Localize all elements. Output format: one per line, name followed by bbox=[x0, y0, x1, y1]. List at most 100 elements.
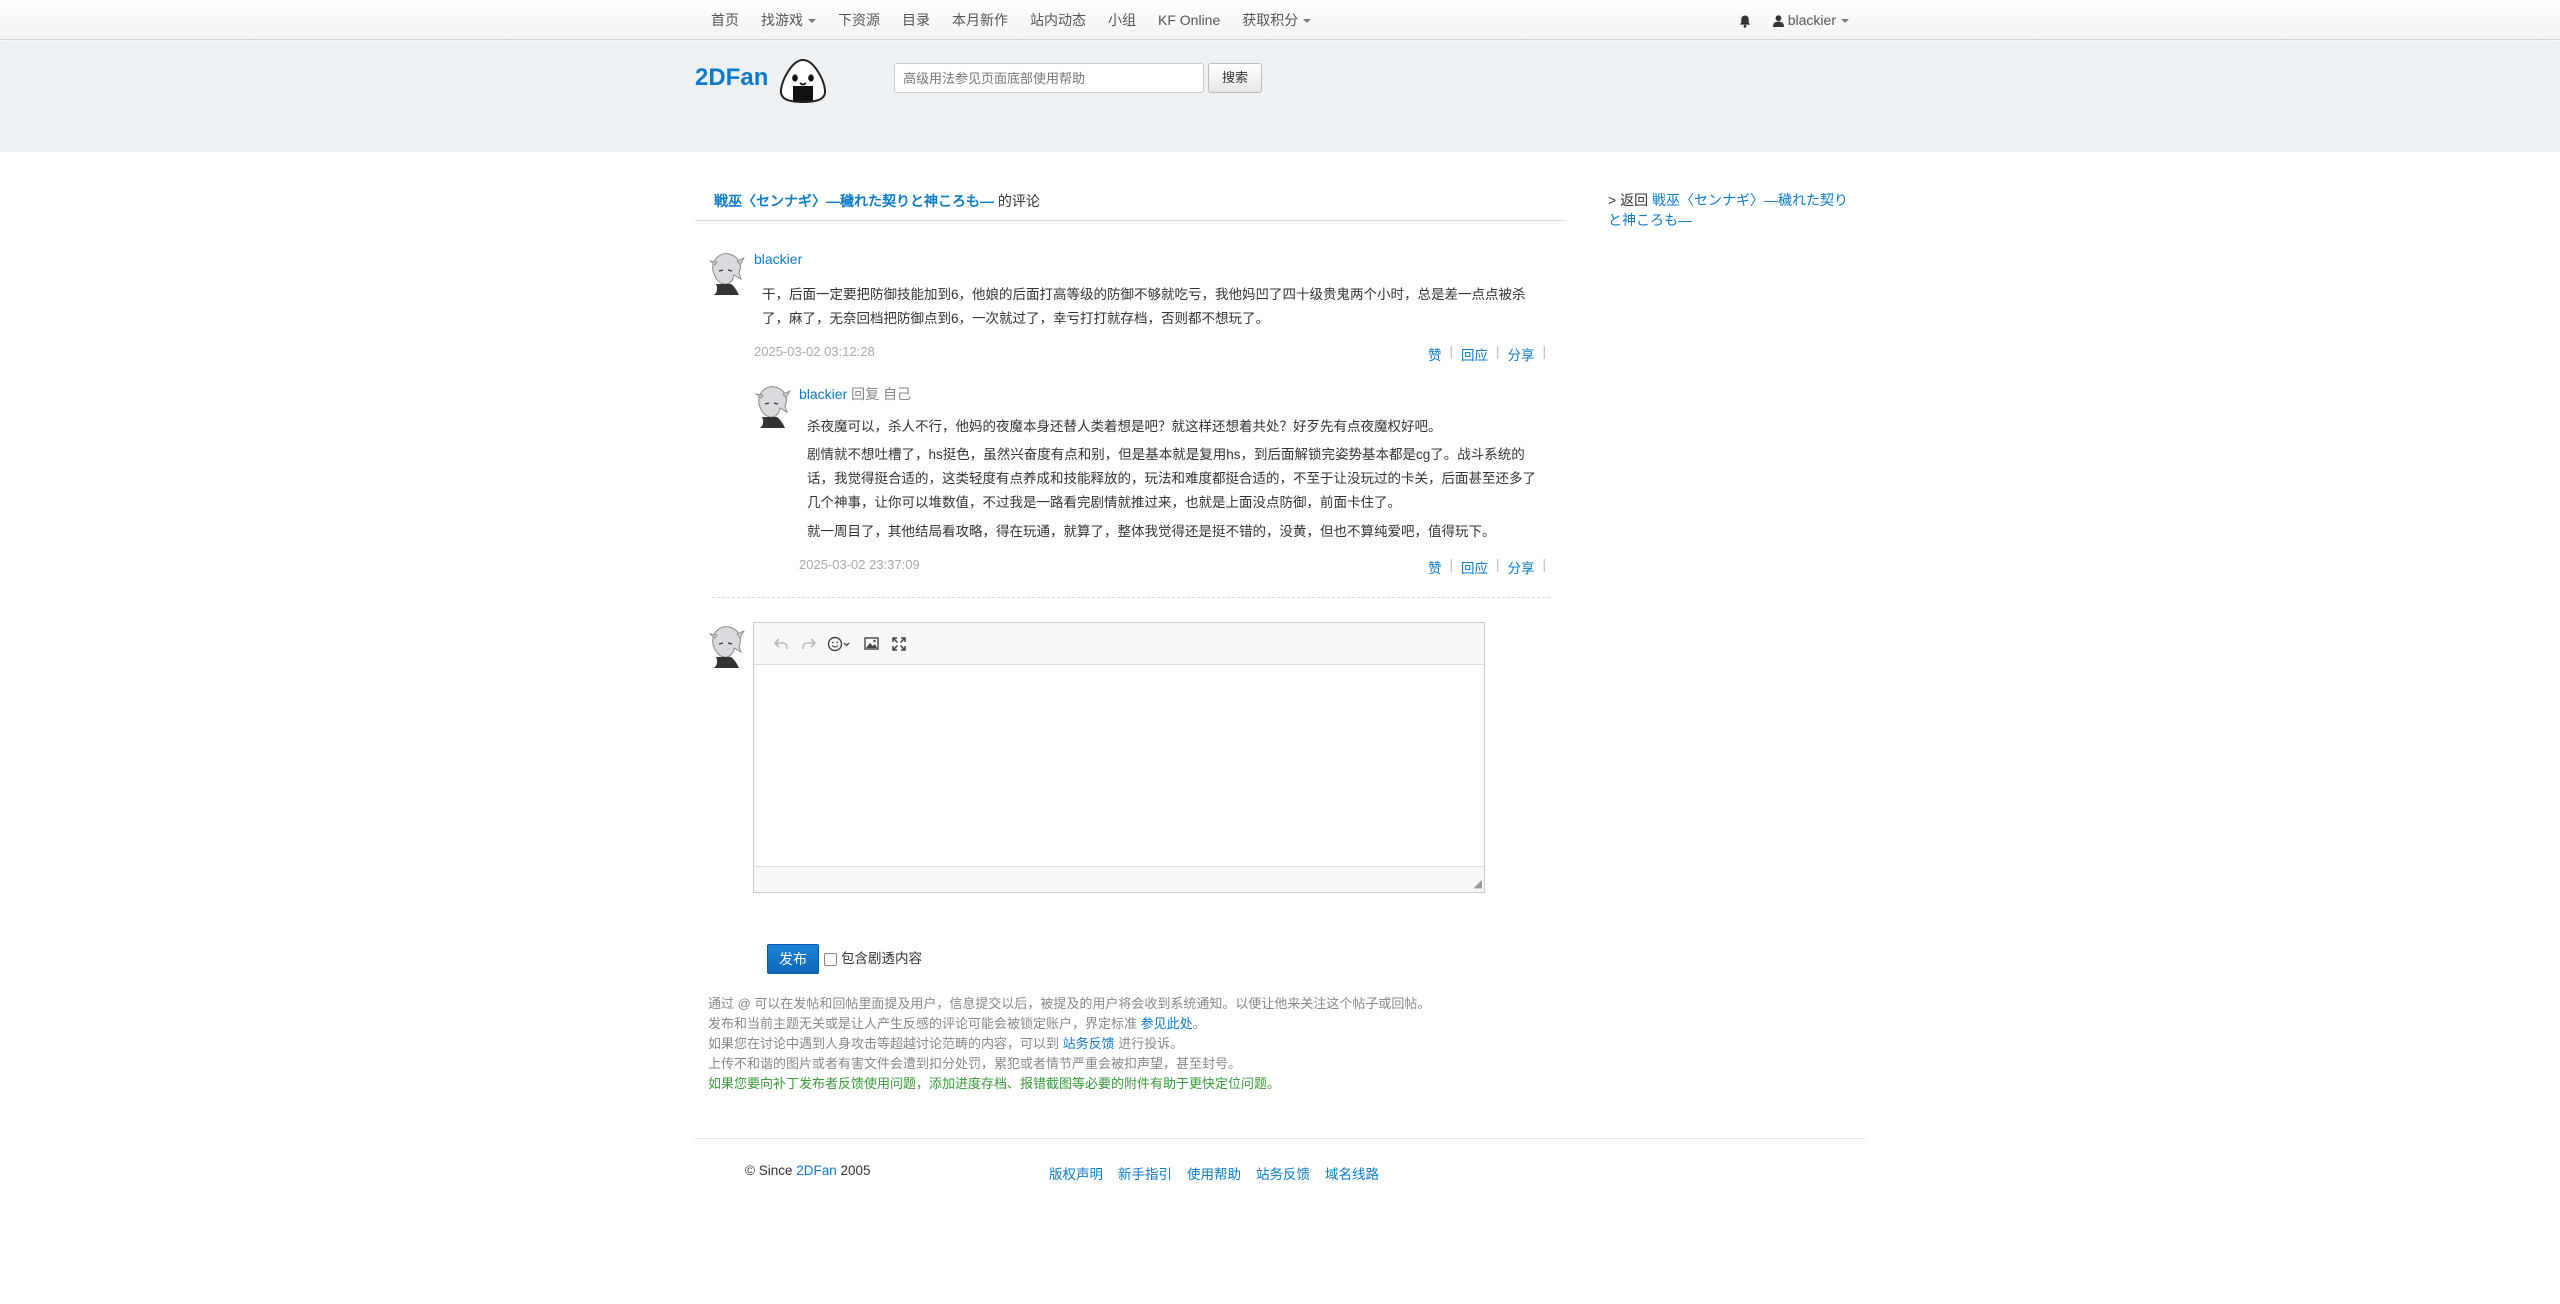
heading-suffix: 的评论 bbox=[994, 193, 1040, 209]
redo-icon[interactable] bbox=[796, 634, 822, 654]
nav-item-groups[interactable]: 小组 bbox=[1097, 0, 1147, 40]
search-button[interactable]: 搜索 bbox=[1208, 63, 1262, 93]
like-button[interactable]: 赞 bbox=[1428, 344, 1442, 364]
notifications-button[interactable] bbox=[1728, 0, 1762, 40]
nav-item-catalog[interactable]: 目录 bbox=[891, 0, 941, 40]
nav-inner: 首页 找游戏 下资源 目录 本月新作 站内动态 小组 KF Online 获取积… bbox=[700, 0, 1860, 40]
avatar[interactable] bbox=[707, 251, 745, 295]
comment-author-name[interactable]: blackier bbox=[754, 251, 802, 267]
rules-link[interactable]: 参见此处 bbox=[1141, 1016, 1193, 1031]
like-button[interactable]: 赞 bbox=[1428, 557, 1442, 577]
reply-button[interactable]: 回应 bbox=[1461, 557, 1488, 577]
footer-divider bbox=[695, 1138, 1865, 1139]
footer-links: 版权声明 新手指引 使用帮助 站务反馈 域名线路 bbox=[1049, 1163, 1394, 1183]
footer-site-link[interactable]: 2DFan bbox=[796, 1163, 837, 1178]
separator: | bbox=[1449, 344, 1454, 359]
footer-link-copyright[interactable]: 版权声明 bbox=[1049, 1163, 1103, 1183]
heading-divider bbox=[695, 220, 1565, 221]
emoji-icon[interactable] bbox=[824, 634, 856, 654]
reply-author-name[interactable]: blackier bbox=[799, 386, 847, 402]
copy-text: 2005 bbox=[836, 1163, 871, 1178]
note-text: 。 bbox=[1192, 1016, 1206, 1031]
bell-icon bbox=[1739, 15, 1750, 28]
note-text: 如果您在讨论中遇到人身攻击等超越讨论范畴的内容，可以到 bbox=[708, 1036, 1063, 1051]
note-line: 上传不和谐的图片或者有害文件会遭到扣分处罚，累犯或者情节严重会被扣声望，甚至封号… bbox=[708, 1056, 1242, 1071]
note-line: 如果您在讨论中遇到人身攻击等超越讨论范畴的内容，可以到 站务反馈 进行投诉。 bbox=[708, 1034, 1430, 1054]
footer-link-help[interactable]: 使用帮助 bbox=[1187, 1163, 1241, 1183]
nav-item-find-games[interactable]: 找游戏 bbox=[750, 0, 827, 40]
avatar bbox=[707, 624, 745, 668]
onigiri-mascot-icon bbox=[779, 58, 827, 104]
nav-user-area: blackier bbox=[1728, 0, 1860, 40]
nav-label: 本月新作 bbox=[952, 12, 1008, 28]
back-prefix: > 返回 bbox=[1608, 192, 1652, 208]
footer-link-feedback[interactable]: 站务反馈 bbox=[1256, 1163, 1310, 1183]
nav-item-resources[interactable]: 下资源 bbox=[827, 0, 891, 40]
note-line: 发布和当前主题无关或是让人产生反感的评论可能会被锁定账户，界定标准 参见此处。 bbox=[708, 1014, 1430, 1034]
reply-actions: 赞 | 回应 | 分享 | bbox=[1428, 557, 1554, 577]
posting-notes: 通过 @ 可以在发帖和回帖里面提及用户，信息提交以后，被提及的用户将会收到系统通… bbox=[708, 994, 1430, 1094]
publish-button[interactable]: 发布 bbox=[767, 944, 819, 974]
spoiler-checkbox[interactable] bbox=[824, 953, 837, 966]
nav-item-get-points[interactable]: 获取积分 bbox=[1231, 0, 1322, 40]
comment-actions: 赞 | 回应 | 分享 | bbox=[1428, 344, 1554, 364]
reply-author: blackier 回复 自己 bbox=[799, 384, 911, 404]
image-icon[interactable] bbox=[858, 634, 884, 654]
nav-item-home[interactable]: 首页 bbox=[700, 0, 750, 40]
resize-grip-icon[interactable]: ◢ bbox=[1474, 877, 1482, 890]
nav-label: 下资源 bbox=[838, 12, 880, 28]
nav-item-monthly-new[interactable]: 本月新作 bbox=[941, 0, 1019, 40]
feedback-link[interactable]: 站务反馈 bbox=[1063, 1036, 1115, 1051]
nav-menu: 首页 找游戏 下资源 目录 本月新作 站内动态 小组 KF Online 获取积… bbox=[700, 0, 1322, 40]
caret-down-icon bbox=[1303, 19, 1312, 24]
comment-date: 2025-03-02 03:12:28 bbox=[754, 344, 875, 359]
site-logo[interactable]: 2DFan bbox=[695, 64, 768, 92]
user-name: blackier bbox=[1787, 12, 1836, 28]
undo-icon[interactable] bbox=[768, 634, 794, 654]
page-title: 戦巫〈センナギ〉—穢れた契りと神ころも— 的评论 bbox=[714, 191, 1040, 211]
site-header bbox=[0, 41, 2560, 152]
share-button[interactable]: 分享 bbox=[1508, 557, 1535, 577]
nav-item-site-activity[interactable]: 站内动态 bbox=[1019, 0, 1097, 40]
editor-statusbar: ◢ bbox=[754, 866, 1484, 892]
reply-button[interactable]: 回应 bbox=[1461, 344, 1488, 364]
note-text: 进行投诉。 bbox=[1114, 1036, 1184, 1051]
editor-toolbar bbox=[754, 623, 1484, 665]
caret-down-icon bbox=[808, 19, 816, 24]
reply-paragraph-3: 就一周目了，其他结局看攻略，得在玩通，就算了，整体我觉得还是挺不错的，没黄，但也… bbox=[807, 524, 1496, 539]
nav-label: 获取积分 bbox=[1242, 12, 1299, 28]
nav-label: 首页 bbox=[711, 12, 739, 28]
note-line: 通过 @ 可以在发帖和回帖里面提及用户，信息提交以后，被提及的用户将会收到系统通… bbox=[708, 996, 1431, 1011]
nav-label: 目录 bbox=[902, 12, 930, 28]
game-title-link[interactable]: 戦巫〈センナギ〉—穢れた契りと神ころも— bbox=[714, 193, 994, 209]
comment-author[interactable]: blackier bbox=[754, 251, 802, 267]
separator: | bbox=[1496, 557, 1500, 572]
top-navbar: 首页 找游戏 下资源 目录 本月新作 站内动态 小组 KF Online 获取积… bbox=[0, 0, 2560, 40]
separator: | bbox=[1449, 557, 1454, 572]
nav-label: 站内动态 bbox=[1030, 12, 1086, 28]
note-text: 发布和当前主题无关或是让人产生反感的评论可能会被锁定账户，界定标准 bbox=[708, 1016, 1141, 1031]
editor-text-area[interactable] bbox=[754, 665, 1484, 865]
footer-link-newbie-guide[interactable]: 新手指引 bbox=[1118, 1163, 1172, 1183]
separator: | bbox=[1496, 344, 1500, 359]
comment-text: 干，后面一定要把防御技能加到6，他娘的后面打高等级的防御不够就吃亏，我他妈凹了四… bbox=[762, 287, 1526, 326]
separator: | bbox=[1542, 557, 1547, 572]
sidebar-back-link: > 返回 戦巫〈センナギ〉—穢れた契りと神ころも— bbox=[1608, 190, 1856, 230]
user-icon bbox=[1772, 15, 1784, 28]
separator: | bbox=[1542, 344, 1547, 359]
footer-link-domains[interactable]: 域名线路 bbox=[1325, 1163, 1379, 1183]
spoiler-label: 包含剧透内容 bbox=[841, 951, 922, 966]
share-button[interactable]: 分享 bbox=[1508, 344, 1535, 364]
reply-paragraph-1: 杀夜魔可以，杀人不行，他妈的夜魔本身还替人类着想是吧？就这样还想着共处？好歹先有… bbox=[807, 419, 1442, 434]
nav-item-kf-online[interactable]: KF Online bbox=[1147, 0, 1231, 40]
fullscreen-icon[interactable] bbox=[886, 634, 912, 654]
nav-label: KF Online bbox=[1158, 12, 1221, 28]
reply-date: 2025-03-02 23:37:09 bbox=[799, 557, 920, 572]
reply-target: 回复 自己 bbox=[847, 386, 912, 402]
user-menu[interactable]: blackier bbox=[1762, 0, 1860, 40]
note-line-highlight: 如果您要向补丁发布者反馈使用问题，添加进度存档、报错截图等必要的附件有助于更快定… bbox=[708, 1076, 1281, 1091]
reply-paragraph-2: 剧情就不想吐槽了，hs挺色，虽然兴奋度有点和别，但是基本就是复用hs，到后面解锁… bbox=[807, 447, 1536, 510]
search-input[interactable] bbox=[894, 63, 1204, 93]
comment-divider bbox=[712, 597, 1550, 598]
avatar[interactable] bbox=[753, 384, 791, 428]
